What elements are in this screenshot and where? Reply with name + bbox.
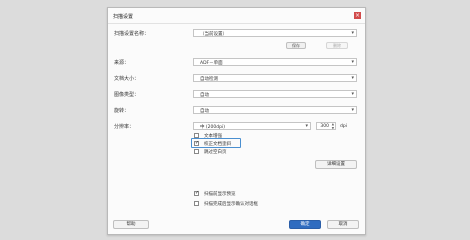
title-bar: 扫描设置 × [108,8,365,24]
resolution-value: 中 (200dpi) [200,125,225,130]
chevron-down-icon: ▾ [351,75,354,81]
rotate-label: 旋转： [114,108,130,114]
cancel-button[interactable]: 取消 [327,220,359,229]
scan-settings-dialog: 扫描设置 × 扫描设置名称： （当前设置） ▾ 保存 删除 来源： ADF－单面… [107,7,366,235]
resolution-label: 分辨率： [114,124,135,130]
rotate-value: 自动 [200,109,209,114]
skip-blank-label: 跳过空白页 [204,150,227,155]
size-select[interactable]: 自动检测 ▾ [193,74,357,82]
image-type-value: 自动 [200,93,209,98]
image-type-label: 图像类型： [114,92,140,98]
dialog-title: 扫描设置 [113,14,134,20]
confirm-dialog-label: 扫描完成后显示确认对话框 [204,202,258,207]
resolution-select[interactable]: 中 (200dpi) ▾ [193,122,311,130]
detail-settings-button[interactable]: 详细设置 [315,160,357,169]
rotate-select[interactable]: 自动 ▾ [193,106,357,114]
chevron-down-icon: ▾ [351,91,354,97]
dpi-stepper[interactable]: 300 ▲ ▼ [316,122,336,130]
skip-blank-checkbox[interactable] [194,149,199,154]
close-icon[interactable]: × [354,12,361,19]
image-type-select[interactable]: 自动 ▾ [193,90,357,98]
text-enhance-label: 文本增强 [204,134,222,139]
deskew-label: 校正文档歪斜 [204,142,231,147]
dpi-unit: dpi [340,124,347,129]
size-value: 自动检测 [200,77,218,82]
deskew-checkbox[interactable] [194,140,199,146]
confirm-dialog-checkbox[interactable] [194,201,199,206]
chevron-down-icon: ▾ [305,123,308,129]
source-select[interactable]: ADF－单面 ▾ [193,58,357,66]
ok-button[interactable]: 确定 [289,220,321,229]
size-label: 文档大小： [114,76,140,82]
chevron-down-icon: ▾ [351,59,354,65]
preview-label: 扫描前显示预览 [204,192,236,197]
preview-checkbox[interactable] [194,190,199,196]
source-label: 来源： [114,60,130,66]
chevron-down-icon: ▾ [351,30,354,36]
source-value: ADF－单面 [200,61,223,66]
dpi-value: 300 [320,124,329,129]
preset-value: （当前设置） [200,32,227,37]
delete-preset-button[interactable]: 删除 [326,42,348,49]
chevron-down-icon: ▾ [351,107,354,113]
help-button[interactable]: 帮助 [113,220,149,229]
preset-select[interactable]: （当前设置） ▾ [193,29,357,37]
save-preset-button[interactable]: 保存 [286,42,306,49]
stepper-arrows-icon[interactable]: ▲ ▼ [332,122,334,130]
preset-label: 扫描设置名称： [114,31,150,37]
text-enhance-checkbox[interactable] [194,133,199,138]
